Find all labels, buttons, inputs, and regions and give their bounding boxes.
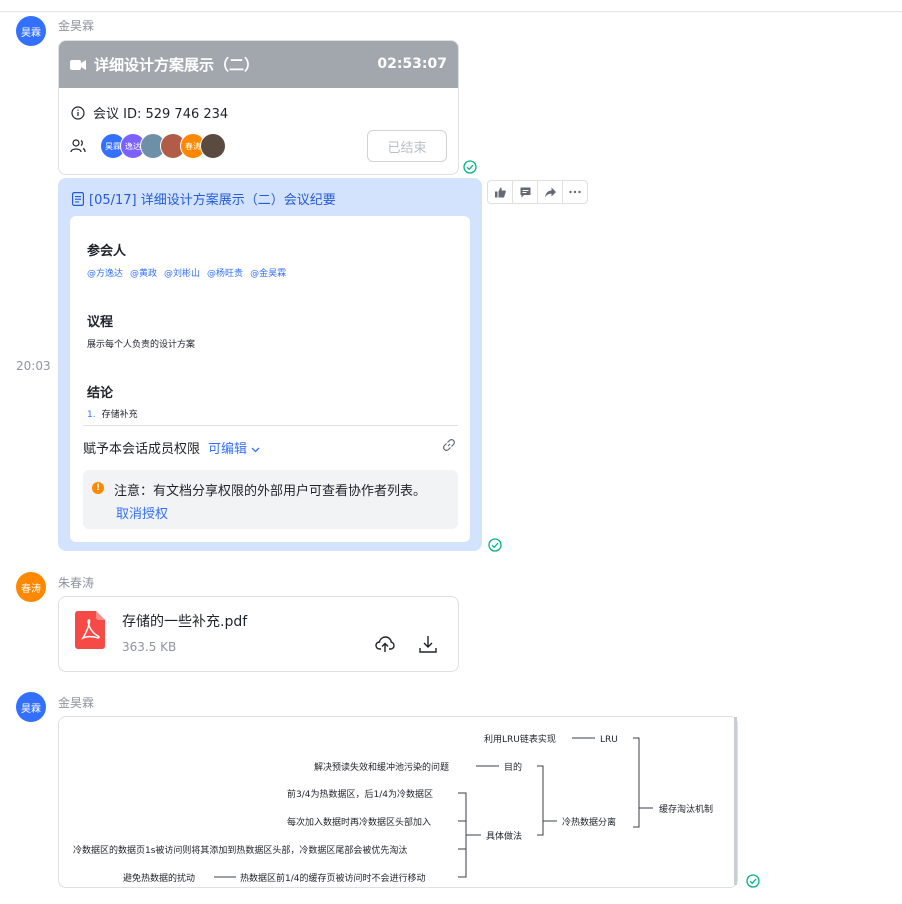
mindmap-node: 解决预读失效和缓冲池污染的问题 [314,761,449,773]
mindmap-node: LRU [600,735,618,745]
conclusion-text: 存储补充 [101,410,138,420]
attendee-mention[interactable]: @刘彬山 [164,266,200,279]
attendee-mention[interactable]: @方逸达 [87,266,123,279]
conclusion-heading: 结论 [87,386,114,401]
file-card[interactable]: 存储的一些补充.pdf 363.5 KB [58,596,459,672]
mindmap-node: 目的 [504,761,522,773]
forward-button[interactable] [538,181,563,203]
attendees-heading: 参会人 [87,244,127,259]
thumbs-up-icon [494,187,506,197]
mindmap-node: 每次加入数据时再冷数据区头部加入 [287,816,431,828]
avatar-text: 春涛 [21,583,41,595]
participant-initials: 昊霖 [105,141,121,151]
comment-icon [520,187,530,197]
doc-card[interactable]: [05/17] 详细设计方案展示（二）会议纪要 参会人 @方逸达 @黄政 @刘彬… [58,178,482,551]
participants-row[interactable]: 昊霖 逸达 春涛 [70,133,226,159]
revoke-permission-link[interactable]: 取消授权 [116,503,168,522]
document-icon [72,191,84,206]
mindmap-connectors [214,737,653,878]
image-scroll-edge [734,717,737,885]
agenda-text: 展示每个人负责的设计方案 [87,340,196,350]
link-icon[interactable] [442,438,456,452]
read-status-icon [463,160,477,174]
mindmap-diagram: 缓存淘汰机制 LRU 利用LRU链表实现 冷热数据分离 目的 解决预读失效和缓冲… [73,733,713,884]
divider [83,425,458,426]
message-timestamp: 20:03 [16,359,51,373]
permission-label: 赋予本会话成员权限 [83,442,201,457]
attendee-mention[interactable]: @杨旺贵 [207,266,243,279]
list-number: 1. [87,410,96,420]
notice-box: ! 注意：有文档分享权限的外部用户可查看协作者列表。 取消授权 [83,470,458,529]
more-button[interactable] [563,181,587,203]
meeting-ended-button[interactable]: 已结束 [367,130,447,162]
doc-preview[interactable]: 参会人 @方逸达 @黄政 @刘彬山 @杨旺贵 @金昊霖 议程 展示每个人负责的设… [70,216,470,542]
reply-button[interactable] [513,181,538,203]
file-size: 363.5 KB [122,640,177,654]
mindmap-node: 利用LRU链表实现 [484,733,556,745]
message-toolbar [487,180,588,204]
thumbs-up-button[interactable] [488,181,513,203]
attendee-mention[interactable]: @金昊霖 [250,266,286,279]
mindmap-node: 冷热数据分离 [562,816,616,828]
cloud-upload-icon[interactable] [375,635,395,653]
file-name[interactable]: 存储的一些补充.pdf [122,611,247,631]
mindmap-node: 冷数据区的数据页1s被访问则将其添加到热数据区头部，冷数据区尾部会被优先淘汰 [73,844,407,856]
permission-dropdown[interactable]: 可编辑 [208,438,260,457]
participants-icon [70,139,86,153]
permission-row: 赋予本会话成员权限 可编辑 [83,438,458,457]
meeting-header: 详细设计方案展示（二） 02:53:07 [59,41,458,88]
meeting-duration: 02:53:07 [377,56,447,72]
mindmap-image[interactable]: 缓存淘汰机制 LRU 利用LRU链表实现 冷热数据分离 目的 解决预读失效和缓冲… [58,716,738,888]
pdf-file-icon [75,611,105,649]
doc-title: [05/17] 详细设计方案展示（二）会议纪要 [89,193,336,208]
conclusion-item: 1. 存储补充 [87,407,138,420]
mindmap-node: 避免热数据的扰动 [123,872,195,884]
forward-icon [544,187,556,197]
video-camera-icon [70,59,86,70]
mindmap-node: 具体做法 [486,830,522,842]
sender-name: 金昊霖 [58,19,95,33]
avatar-text: 昊霖 [21,703,41,715]
warning-icon: ! [92,482,104,494]
sender-name: 朱春涛 [58,576,95,590]
top-divider [0,11,902,12]
participant-initials: 春涛 [185,141,201,151]
avatar[interactable]: 春涛 [16,572,46,602]
avatar[interactable]: 昊霖 [16,16,46,46]
permission-value: 可编辑 [208,442,248,457]
meeting-id: 会议 ID: 529 746 234 [93,107,229,122]
participant-avatar[interactable] [200,133,226,159]
download-icon[interactable] [419,635,437,653]
mindmap-node: 缓存淘汰机制 [659,803,713,815]
participant-initials: 逸达 [125,141,141,151]
meeting-title: 详细设计方案展示（二） [94,56,260,74]
meeting-card[interactable]: 详细设计方案展示（二） 02:53:07 会议 ID: 529 746 234 … [58,40,459,175]
notice-text: 注意：有文档分享权限的外部用户可查看协作者列表。 [114,484,427,499]
read-status-icon [488,538,502,552]
agenda-heading: 议程 [87,315,114,330]
mindmap-node: 热数据区前1/4的缓存页被访问时不会进行移动 [240,872,426,884]
avatar-text: 昊霖 [21,27,41,39]
attendee-list: @方逸达 @黄政 @刘彬山 @杨旺贵 @金昊霖 [87,266,286,279]
meeting-id-row: 会议 ID: 529 746 234 [71,103,228,122]
info-icon [71,105,85,120]
doc-title-link[interactable]: [05/17] 详细设计方案展示（二）会议纪要 [72,189,336,208]
mindmap-node: 前3/4为热数据区，后1/4为冷数据区 [287,788,433,800]
sender-name: 金昊霖 [58,696,95,710]
more-icon [569,190,581,194]
read-status-icon [746,874,760,888]
avatar[interactable]: 昊霖 [16,692,46,722]
attendee-mention[interactable]: @黄政 [130,266,157,279]
chevron-down-icon [251,447,260,453]
